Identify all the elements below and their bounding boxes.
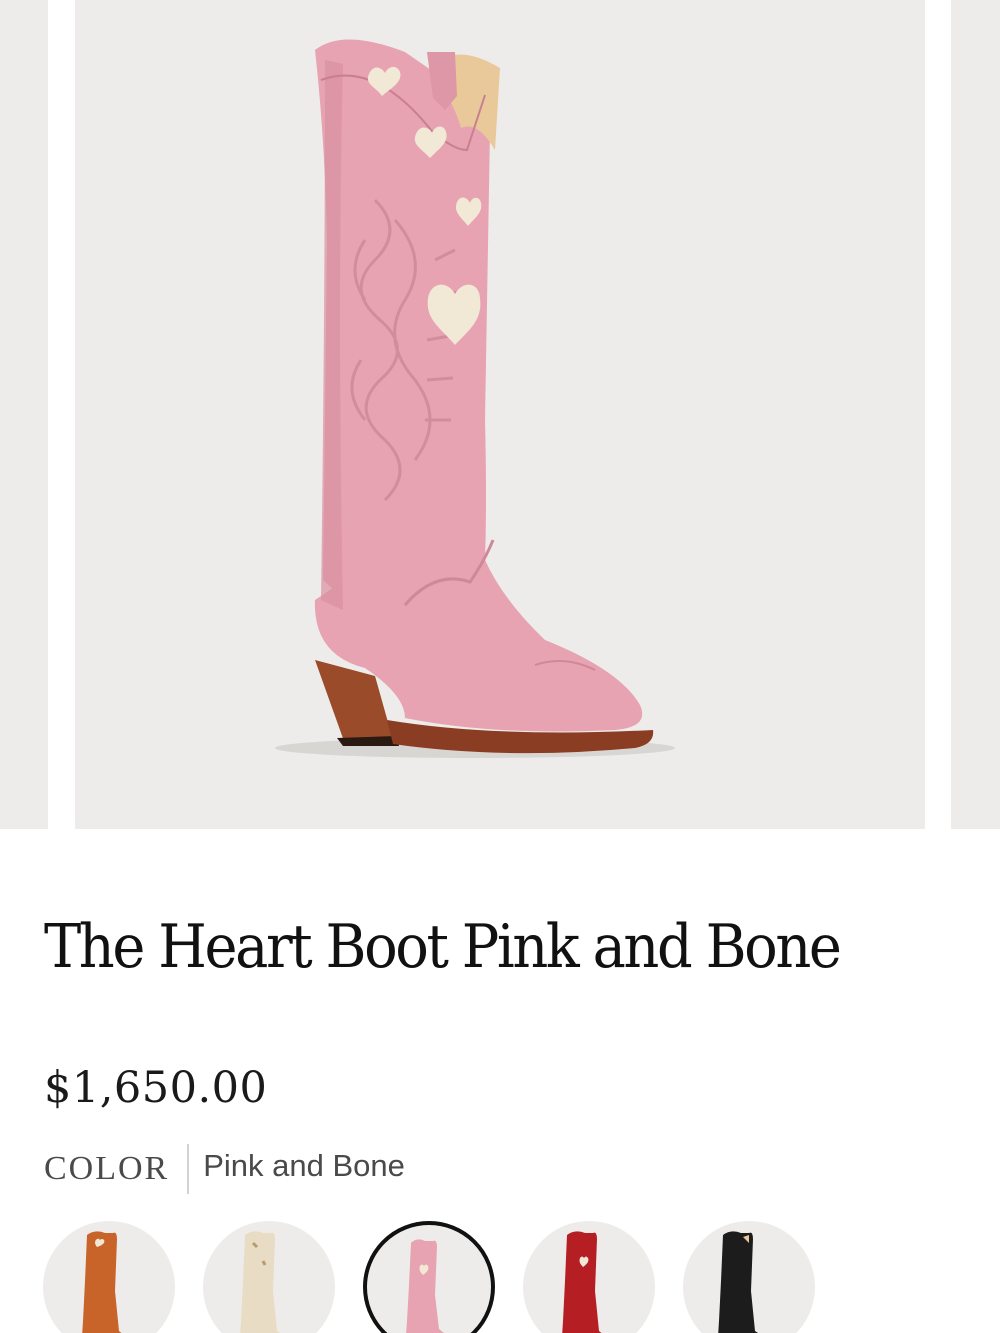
- black-boot-thumbnail: [718, 1231, 758, 1333]
- color-selector-label: COLOR Pink and Bone: [44, 1144, 405, 1194]
- swatch-bone[interactable]: [203, 1221, 335, 1333]
- red-boot-thumbnail: [562, 1231, 602, 1333]
- orange-boot-thumbnail: [82, 1231, 122, 1333]
- swatch-black[interactable]: [683, 1221, 815, 1333]
- product-price: $1,650.00: [44, 1063, 268, 1113]
- swatch-orange[interactable]: [43, 1221, 175, 1333]
- pink-boot-thumbnail: [406, 1239, 444, 1333]
- product-image[interactable]: [75, 0, 925, 829]
- previous-image-slide[interactable]: [0, 0, 48, 829]
- selected-color-name: Pink and Bone: [203, 1148, 405, 1183]
- color-label: COLOR: [44, 1150, 170, 1187]
- bone-boot-thumbnail: [240, 1231, 280, 1333]
- swatch-red[interactable]: [523, 1221, 655, 1333]
- product-image-gallery[interactable]: [0, 0, 1000, 829]
- heart-boot-image: [275, 39, 675, 758]
- next-image-slide[interactable]: [951, 0, 1000, 829]
- product-title: The Heart Boot Pink and Bone: [44, 912, 842, 982]
- color-swatches: [0, 1218, 1000, 1333]
- swatch-pink-and-bone[interactable]: [363, 1221, 495, 1333]
- color-divider: [187, 1144, 190, 1194]
